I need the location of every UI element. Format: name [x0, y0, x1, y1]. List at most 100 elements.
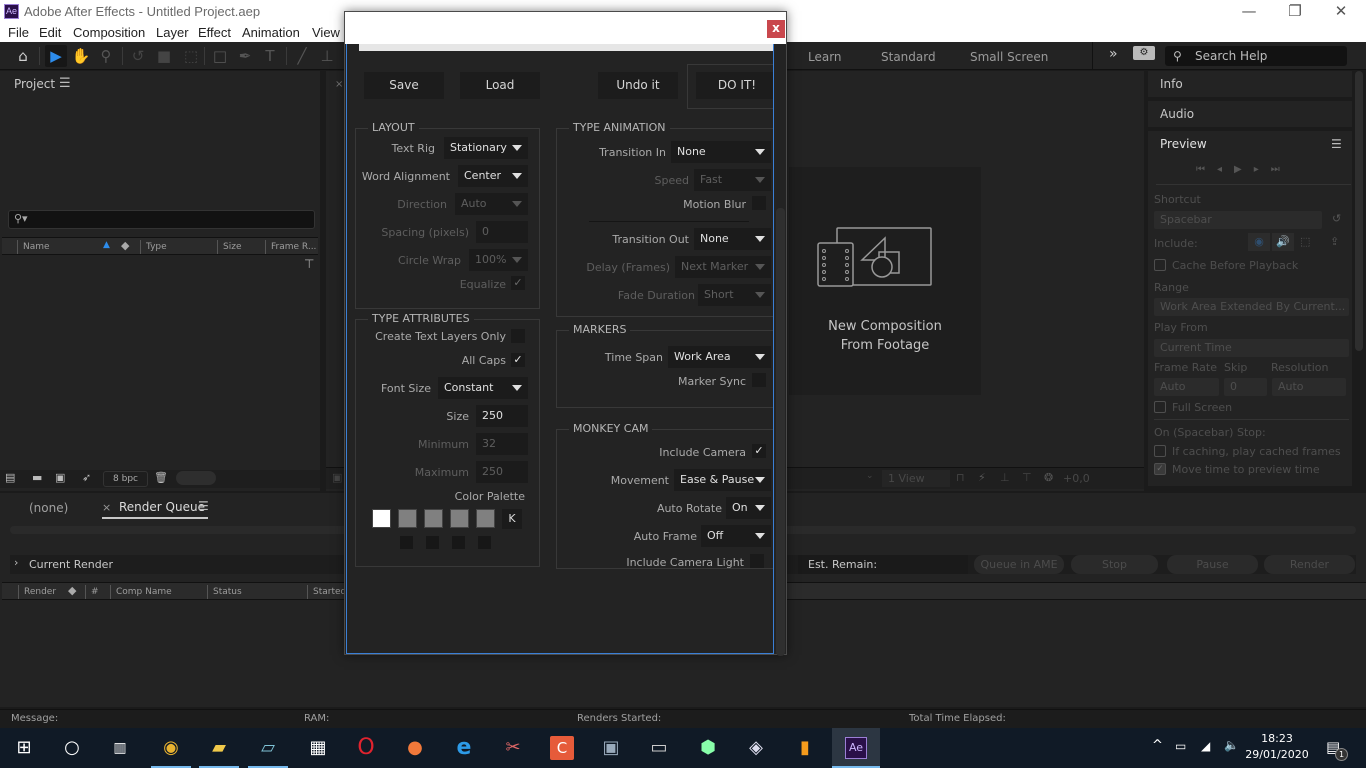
task-view-icon[interactable]: ▥: [96, 728, 144, 768]
time-span-select[interactable]: Work Area: [668, 346, 771, 368]
delay-select[interactable]: Next Marker: [675, 256, 771, 278]
last-frame-icon[interactable]: ⏭: [1271, 164, 1292, 175]
frame-rate-select[interactable]: Auto: [1154, 378, 1219, 396]
motion-blur-checkbox[interactable]: [752, 196, 766, 210]
menu-edit[interactable]: Edit: [39, 25, 61, 40]
info-panel-title[interactable]: Info: [1160, 77, 1183, 91]
clock[interactable]: 18:23 29/01/2020: [1244, 731, 1310, 763]
nox-icon[interactable]: ⬢: [684, 728, 732, 768]
fade-duration-select[interactable]: Short: [698, 284, 771, 306]
menu-animation[interactable]: Animation: [242, 25, 300, 40]
full-screen-checkbox[interactable]: [1154, 401, 1166, 413]
undo-it-button[interactable]: Undo it: [598, 72, 678, 99]
exposure-value[interactable]: +0,0: [1063, 472, 1090, 485]
dropdown-chevron-icon[interactable]: ⌄: [866, 471, 874, 481]
exposure-icon[interactable]: ❂: [1044, 471, 1053, 484]
fast-previews-icon[interactable]: ⚡: [978, 471, 986, 484]
if-caching-checkbox[interactable]: [1154, 445, 1166, 457]
column-frame-rate[interactable]: Frame R...: [265, 240, 316, 254]
include-camera-light-checkbox[interactable]: [750, 554, 764, 568]
color-swatch-1[interactable]: [372, 509, 391, 528]
pause-button[interactable]: Pause: [1167, 555, 1258, 574]
pen-tool-icon[interactable]: ✒: [234, 45, 256, 67]
column-render[interactable]: Render: [18, 585, 56, 599]
shortcut-select[interactable]: Spacebar: [1154, 211, 1322, 229]
dialog-titlebar[interactable]: [345, 12, 786, 44]
thumbnail-slider[interactable]: [176, 471, 216, 485]
color-swatch-3[interactable]: [424, 509, 443, 528]
column-number[interactable]: #: [85, 585, 99, 599]
start-icon[interactable]: ⊞: [0, 728, 48, 768]
range-select[interactable]: Work Area Extended By Current...: [1154, 298, 1349, 316]
resolution-select[interactable]: Auto: [1272, 378, 1346, 396]
expand-chevron-icon[interactable]: ›: [14, 556, 18, 569]
minimum-input[interactable]: 32: [476, 433, 528, 455]
brush-tool-icon[interactable]: ╱: [291, 45, 313, 67]
create-text-layers-only-checkbox[interactable]: [511, 329, 525, 343]
column-comp-name[interactable]: Comp Name: [110, 585, 172, 599]
show-hidden-icons[interactable]: ^: [1152, 738, 1163, 753]
home-icon[interactable]: ⌂: [12, 45, 34, 67]
info-panel[interactable]: Info: [1148, 71, 1352, 97]
workspace-standard[interactable]: Standard: [881, 50, 936, 64]
auto-rotate-select[interactable]: On: [726, 497, 771, 519]
pan-behind-tool-icon[interactable]: ⬚: [180, 45, 202, 67]
audio-panel-title[interactable]: Audio: [1160, 107, 1194, 121]
load-button[interactable]: Load: [460, 72, 540, 99]
monitor-icon[interactable]: ▭: [635, 728, 683, 768]
play-icon[interactable]: ▶: [1234, 164, 1254, 175]
save-button[interactable]: Save: [364, 72, 444, 99]
new-composition-icon[interactable]: ▣: [55, 471, 65, 484]
photos-icon[interactable]: ▣: [587, 728, 635, 768]
close-tab-icon[interactable]: ×: [335, 79, 343, 90]
new-composition-from-footage-button[interactable]: New Composition From Footage: [789, 167, 981, 395]
transition-in-select[interactable]: None: [671, 141, 771, 163]
include-audio-icon[interactable]: 🔊: [1272, 233, 1294, 251]
palette-slot-3[interactable]: [452, 536, 465, 549]
size-input[interactable]: 250: [476, 405, 528, 427]
column-started[interactable]: Started: [307, 585, 346, 599]
tab-none[interactable]: (none): [29, 501, 68, 515]
maximum-input[interactable]: 250: [476, 461, 528, 483]
menu-composition[interactable]: Composition: [73, 25, 145, 40]
flowchart-icon[interactable]: ⊤: [1022, 471, 1032, 484]
snipping-tool-icon[interactable]: ✂: [489, 728, 537, 768]
include-camera-checkbox[interactable]: ✓: [752, 444, 766, 458]
dialog-close-button[interactable]: x: [767, 20, 785, 38]
circle-wrap-select[interactable]: 100%: [469, 249, 528, 271]
workspace-settings-icon[interactable]: ⚙: [1133, 46, 1155, 60]
all-caps-checkbox[interactable]: ✓: [511, 353, 525, 367]
move-time-checkbox[interactable]: ✓: [1154, 463, 1166, 475]
calculator-icon[interactable]: ▦: [294, 728, 342, 768]
spacing-input[interactable]: 0: [476, 221, 528, 243]
rectangle-tool-icon[interactable]: □: [209, 45, 231, 67]
view-layout-select[interactable]: 1 View: [882, 470, 950, 487]
firefox-icon[interactable]: ●: [391, 728, 439, 768]
workspace-learn[interactable]: Learn: [808, 50, 842, 64]
virtualbox-icon[interactable]: ◈: [732, 728, 780, 768]
restore-button[interactable]: ❐: [1272, 0, 1318, 24]
notes-icon[interactable]: ▱: [244, 728, 292, 768]
bit-depth-button[interactable]: 8 bpc: [103, 471, 148, 487]
wifi-icon[interactable]: ◢: [1201, 739, 1210, 753]
volume-icon[interactable]: 🔈: [1224, 738, 1239, 752]
include-overlays-icon[interactable]: ⬚: [1300, 235, 1310, 248]
camtasia-icon[interactable]: C: [538, 728, 586, 768]
preview-panel-title[interactable]: Preview: [1160, 137, 1207, 151]
package-icon[interactable]: ▮: [781, 728, 829, 768]
search-help-input[interactable]: ⚲ Search Help: [1165, 46, 1347, 66]
palette-slot-2[interactable]: [426, 536, 439, 549]
color-swatch-4[interactable]: [450, 509, 469, 528]
column-status[interactable]: Status: [207, 585, 242, 599]
file-explorer-icon[interactable]: ▰: [195, 728, 243, 768]
opera-icon[interactable]: O: [342, 728, 390, 768]
stop-button[interactable]: Stop: [1071, 555, 1158, 574]
dialog-scrollbar[interactable]: [776, 208, 785, 656]
movement-select[interactable]: Ease & Pause: [674, 469, 771, 491]
word-alignment-select[interactable]: Center: [458, 165, 528, 187]
direction-select[interactable]: Auto: [455, 193, 528, 215]
menu-layer[interactable]: Layer: [156, 25, 189, 40]
speed-select[interactable]: Fast: [694, 169, 771, 191]
font-size-select[interactable]: Constant: [438, 377, 528, 399]
hand-tool-icon[interactable]: ✋: [70, 45, 92, 67]
